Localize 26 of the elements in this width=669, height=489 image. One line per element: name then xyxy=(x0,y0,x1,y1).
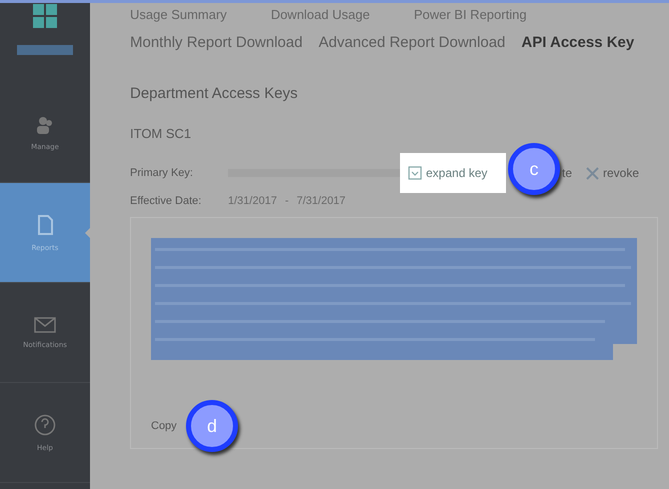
report-tab[interactable]: Power BI Reporting xyxy=(414,7,527,22)
date-separator: - xyxy=(284,195,289,207)
primary-key-label: Primary Key: xyxy=(130,167,194,179)
report-tab[interactable]: Advanced Report Download xyxy=(318,34,506,51)
report-tab[interactable]: Download Usage xyxy=(270,7,370,22)
people-icon xyxy=(35,114,55,134)
close-icon xyxy=(586,166,600,180)
checkbox-icon xyxy=(408,166,422,180)
effective-date-label: Effective Date: xyxy=(130,195,202,207)
report-tab[interactable]: Usage Summary xyxy=(130,7,227,22)
help-icon xyxy=(34,414,56,436)
envelope-icon xyxy=(34,316,56,332)
copy-link[interactable]: Copy xyxy=(151,420,177,432)
windows-logo-icon xyxy=(32,3,58,29)
key-action-link[interactable]: te xyxy=(562,166,572,180)
document-icon xyxy=(35,214,55,236)
revoke-button[interactable]: revoke xyxy=(586,166,640,180)
expand-key-button[interactable]: expand key xyxy=(400,153,506,193)
end-date: 7/31/2017 xyxy=(296,195,346,207)
report-tab[interactable]: API Access Key xyxy=(521,34,634,51)
report-tab[interactable]: Monthly Report Download xyxy=(130,34,303,51)
section-heading: Department Access Keys xyxy=(130,85,299,102)
account-bar xyxy=(17,45,73,55)
step-marker: c xyxy=(508,143,560,195)
start-date: 1/31/2017 xyxy=(228,195,277,207)
department-name: ITOM SC1 xyxy=(130,126,192,141)
